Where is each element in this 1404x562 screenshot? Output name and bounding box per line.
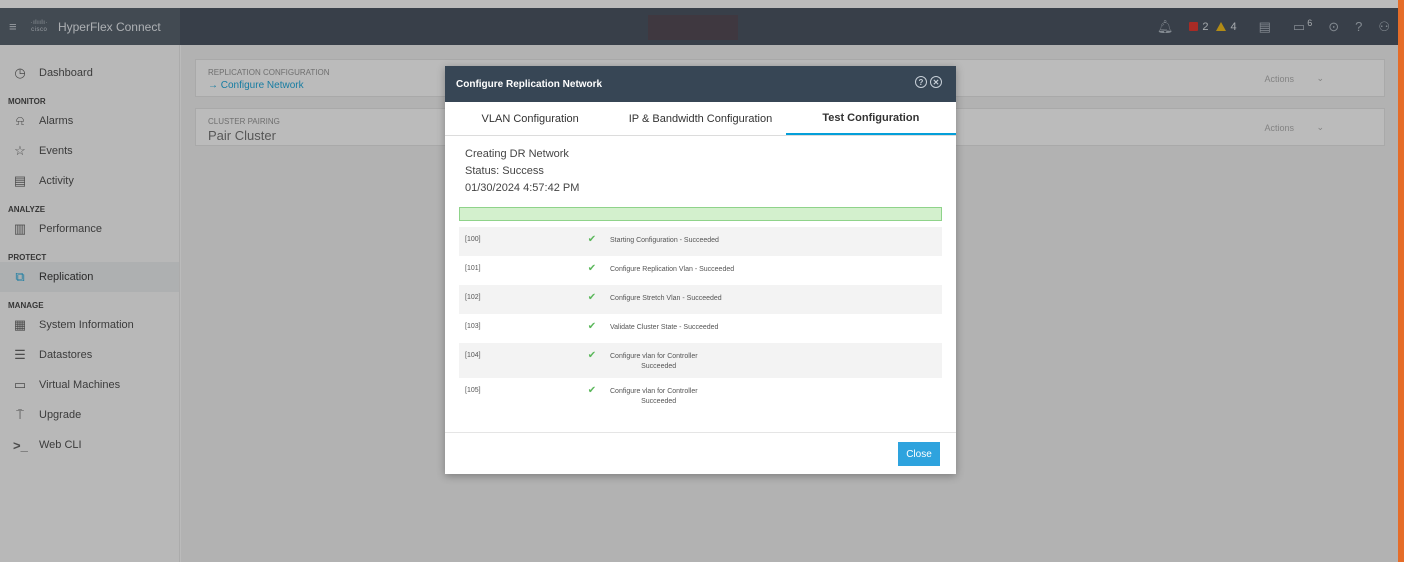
status-title: Creating DR Network <box>465 148 569 160</box>
log-code: [102] <box>465 294 481 301</box>
check-icon: ✔ <box>587 292 597 303</box>
check-icon: ✔ <box>587 263 597 274</box>
check-icon: ✔ <box>587 234 597 245</box>
check-icon: ✔ <box>587 321 597 332</box>
log-code: [103] <box>465 323 481 330</box>
log-list: [100] ✔ Starting Configuration - Succeed… <box>459 227 942 413</box>
check-icon: ✔ <box>587 350 597 361</box>
status-timestamp: 01/30/2024 4:57:42 PM <box>465 182 580 194</box>
log-code: [105] <box>465 387 481 394</box>
dialog-footer: Close <box>445 432 956 474</box>
log-row: [104] ✔ Configure vlan for Controller Su… <box>459 343 942 378</box>
log-row: [100] ✔ Starting Configuration - Succeed… <box>459 227 942 256</box>
tab-ip-bandwidth-configuration[interactable]: IP & Bandwidth Configuration <box>615 102 785 135</box>
log-code: [104] <box>465 352 481 359</box>
window-edge-accent <box>1398 0 1404 562</box>
log-message: Starting Configuration - Succeeded <box>610 237 719 244</box>
log-message: Configure vlan for Controller Succeeded <box>610 353 698 370</box>
log-code: [101] <box>465 265 481 272</box>
tab-vlan-configuration[interactable]: VLAN Configuration <box>445 102 615 135</box>
log-row: [103] ✔ Validate Cluster State - Succeed… <box>459 314 942 343</box>
configure-replication-network-dialog: Configure Replication Network ? ✕ VLAN C… <box>445 66 956 474</box>
log-row: [105] ✔ Configure vlan for Controller Su… <box>459 378 942 413</box>
log-code: [100] <box>465 236 481 243</box>
progress-bar <box>459 207 942 221</box>
dialog-tabs: VLAN Configuration IP & Bandwidth Config… <box>445 102 956 136</box>
dialog-title: Configure Replication Network <box>456 78 603 90</box>
log-row: [101] ✔ Configure Replication Vlan - Suc… <box>459 256 942 285</box>
close-button[interactable]: Close <box>898 442 940 466</box>
dialog-header: Configure Replication Network ? ✕ <box>445 66 956 102</box>
log-message: Validate Cluster State - Succeeded <box>610 324 719 331</box>
log-message: Configure vlan for Controller Succeeded <box>610 388 698 405</box>
dialog-header-buttons: ? ✕ <box>915 76 942 88</box>
log-message: Configure Replication Vlan - Succeeded <box>610 266 735 273</box>
log-message: Configure Stretch Vlan - Succeeded <box>610 295 722 302</box>
status-block: Creating DR Network Status: Success 01/3… <box>445 136 956 197</box>
help-icon[interactable]: ? <box>915 76 927 88</box>
status-result: Status: Success <box>465 165 544 177</box>
close-icon[interactable]: ✕ <box>930 76 942 88</box>
check-icon: ✔ <box>587 385 597 396</box>
tab-test-configuration[interactable]: Test Configuration <box>785 102 956 135</box>
log-row: [102] ✔ Configure Stretch Vlan - Succeed… <box>459 285 942 314</box>
